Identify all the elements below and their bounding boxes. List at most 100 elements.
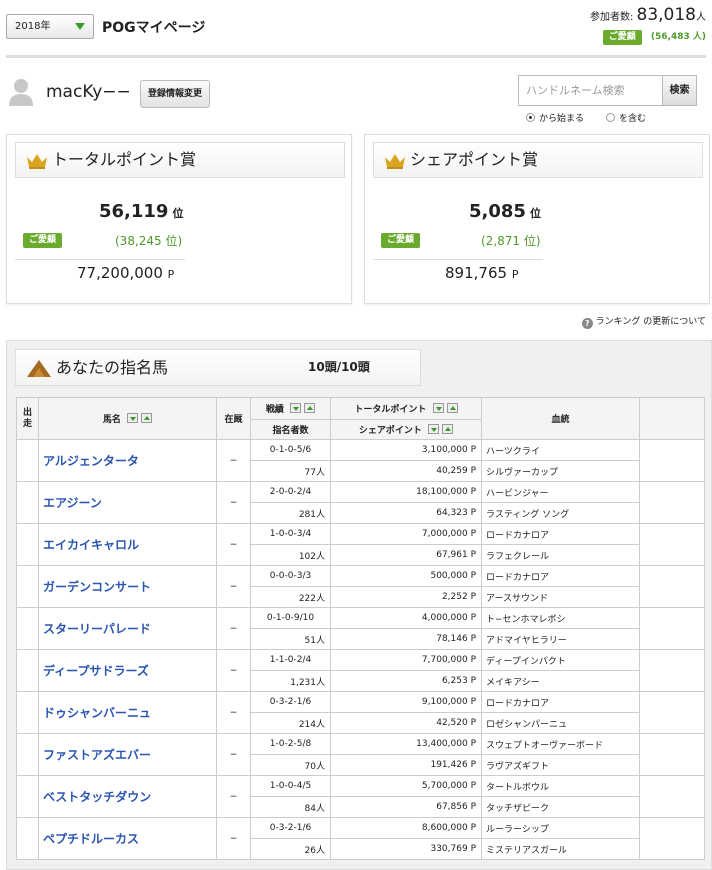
horse-name-link[interactable]: ガーデンコンサート [38, 565, 217, 608]
dam-cell: ミステリアスガール [481, 838, 640, 860]
sort-desc-icon[interactable] [428, 424, 440, 434]
total-points-panel: トータルポイント賞 56,119 位 ご愛顧 (38,245 位) 77,200,… [6, 134, 352, 304]
horse-name-link[interactable]: ベストタッチダウン [38, 775, 217, 818]
nominators-cell: 222人 [250, 586, 331, 608]
participants-unit: 人 [696, 12, 706, 23]
sire-cell: ロードカナロア [481, 523, 640, 545]
record-cell: 0-3-2-1/6 [250, 817, 331, 839]
stable-cell: − [216, 733, 251, 776]
page-title: POGマイページ [102, 20, 206, 36]
table-row: ベストタッチダウン −1-0-0-4/5 5,700,000 P タートルボウル [16, 775, 705, 818]
share-points-panel: シェアポイント賞 5,085 位 ご愛顧 (2,871 位) 891,765 P [364, 134, 710, 304]
sire-cell: ハーツクライ [481, 439, 640, 461]
dam-cell: ラヴアズギフト [481, 754, 640, 776]
nominators-cell: 281人 [250, 502, 331, 524]
nominators-cell: 214人 [250, 712, 331, 734]
dam-cell: メイキアシー [481, 670, 640, 692]
dam-cell: ラスティング ソング [481, 502, 640, 524]
stable-cell: − [216, 565, 251, 608]
horse-name-link[interactable]: エイカイキャロル [38, 523, 217, 566]
start-cell [16, 775, 39, 818]
nominators-cell: 26人 [250, 838, 331, 860]
total-points-value: 77,200,000 [77, 264, 163, 282]
sort-asc-icon[interactable] [141, 413, 153, 423]
user-avatar-icon [9, 79, 33, 106]
share-fav-badge: ご愛顧 [381, 233, 421, 248]
start-cell [16, 817, 39, 860]
year-select[interactable]: 2018年 [6, 14, 94, 39]
start-cell [16, 565, 39, 608]
share-points-cell: 2,252 P [330, 586, 482, 608]
total-points-cell: 18,100,000 P [330, 481, 482, 503]
sort-desc-icon[interactable] [127, 413, 139, 423]
radio-contains-label: を含む [619, 114, 647, 124]
help-link[interactable]: ランキング [596, 317, 641, 327]
sort-asc-icon[interactable] [446, 403, 458, 413]
blank-cell [639, 607, 705, 650]
share-points-unit: P [511, 268, 519, 281]
nominators-cell: 51人 [250, 628, 331, 650]
dam-cell: ロゼシャンパーニュ [481, 712, 640, 734]
stable-cell: − [216, 691, 251, 734]
start-cell [16, 649, 39, 692]
record-cell: 1-0-0-4/5 [250, 775, 331, 797]
radio-prefix-indicator[interactable] [526, 113, 535, 122]
search-button[interactable]: 検索 [662, 75, 697, 106]
share-points-cell: 40,259 P [330, 460, 482, 482]
share-points-value: 891,765 [445, 264, 508, 282]
stable-cell: − [216, 775, 251, 818]
horse-name-link[interactable]: ペプチドルーカス [38, 817, 217, 860]
radio-contains-indicator[interactable] [606, 113, 615, 122]
start-cell [16, 607, 39, 650]
table-row: エアジーン −2-0-0-2/4 18,100,000 P ハービンジャー [16, 481, 705, 524]
sort-desc-icon[interactable] [290, 403, 302, 413]
horse-name-link[interactable]: アルジェンタータ [38, 439, 217, 482]
sire-cell: スウェプトオーヴァーボード [481, 733, 640, 755]
sort-desc-icon[interactable] [432, 403, 444, 413]
col-total-points: トータルポイント [330, 397, 482, 420]
horse-name-link[interactable]: ディープサドラーズ [38, 649, 217, 692]
total-fav-rank: (38,245 位) [115, 234, 183, 248]
horse-name-link[interactable]: エアジーン [38, 481, 217, 524]
radio-contains[interactable]: を含む [606, 111, 646, 124]
total-points-cell: 9,100,000 P [330, 691, 482, 713]
record-cell: 0-1-0-5/6 [250, 439, 331, 461]
handle-search-input[interactable]: ハンドルネーム検索 [518, 75, 663, 106]
participants-count: 83,018 [636, 5, 696, 25]
horse-name-link[interactable]: ファストアズエバー [38, 733, 217, 776]
blank-cell [639, 523, 705, 566]
edit-profile-button[interactable]: 登録情報変更 [140, 80, 210, 108]
horse-name-link[interactable]: ドゥシャンバーニュ [38, 691, 217, 734]
stable-cell: − [216, 607, 251, 650]
record-cell: 1-1-0-2/4 [250, 649, 331, 671]
radio-prefix[interactable]: から始まる [526, 111, 584, 124]
total-rank: 56,119 位 [99, 201, 183, 222]
blank-cell [639, 649, 705, 692]
sort-asc-icon[interactable] [304, 403, 316, 413]
blank-cell [639, 691, 705, 734]
table-row: ドゥシャンバーニュ −0-3-2-1/6 9,100,000 P ロードカナロア [16, 691, 705, 734]
horse-name-link[interactable]: スターリーパレード [38, 607, 217, 650]
stable-cell: − [216, 439, 251, 482]
share-points-header: シェアポイント賞 [373, 142, 703, 178]
total-divider [15, 259, 185, 260]
nominators-cell: 70人 [250, 754, 331, 776]
col-record: 戦績 [250, 397, 331, 420]
col-name: 馬名 [38, 397, 217, 440]
header-divider [6, 55, 706, 58]
sire-cell: ト−センホマレボシ [481, 607, 640, 629]
ranking-update-help[interactable]: ? ランキング の更新について [581, 314, 706, 329]
stable-cell: − [216, 649, 251, 692]
table-row: アルジェンタータ −0-1-0-5/6 3,100,000 P ハーツクライ [16, 439, 705, 482]
table-row: ガーデンコンサート −0-0-0-3/3 500,000 P ロードカナロア [16, 565, 705, 608]
help-text: の更新について [643, 317, 706, 327]
sort-asc-icon[interactable] [442, 424, 454, 434]
share-points-cell: 6,253 P [330, 670, 482, 692]
help-icon: ? [581, 318, 593, 329]
record-cell: 0-0-0-3/3 [250, 565, 331, 587]
record-cell: 1-0-2-5/8 [250, 733, 331, 755]
participants-info: 参加者数: 83,018人 ご愛顧 (56,483 人) [590, 5, 706, 45]
record-cell: 0-1-0-9/10 [250, 607, 331, 629]
total-points-cell: 8,600,000 P [330, 817, 482, 839]
col-pedigree: 血統 [481, 397, 640, 440]
